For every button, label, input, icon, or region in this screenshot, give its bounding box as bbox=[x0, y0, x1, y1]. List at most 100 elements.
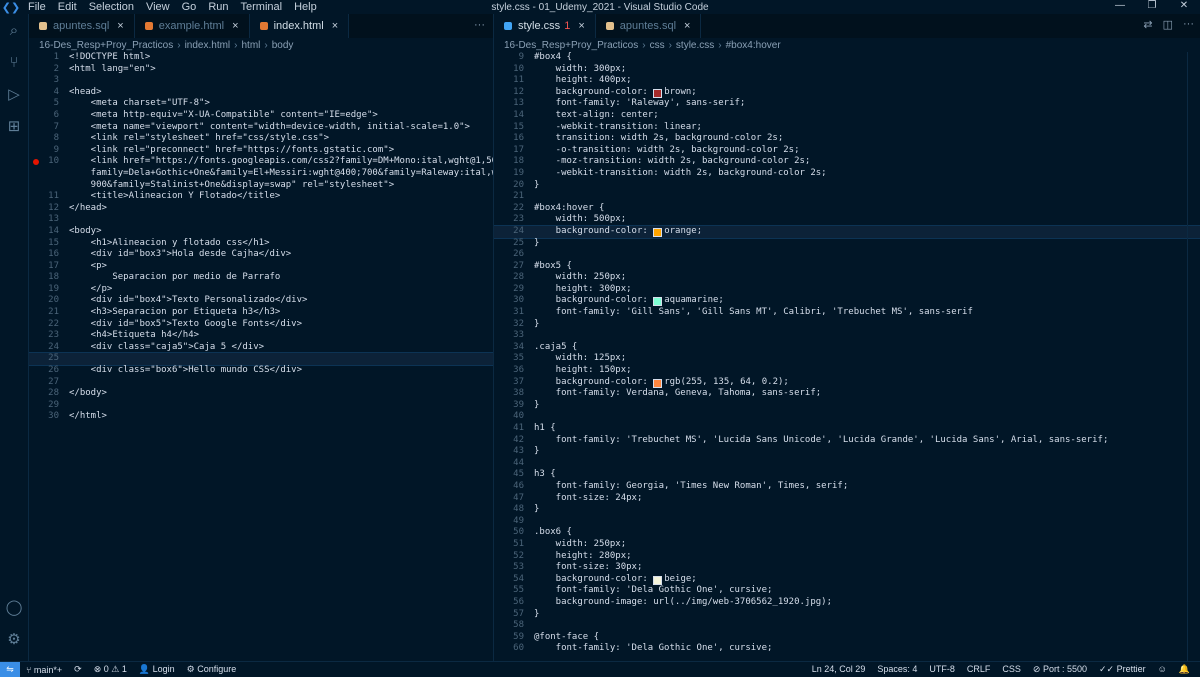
line-number[interactable]: 21 bbox=[494, 191, 534, 203]
code-line[interactable]: 56 background-image: url(../img/web-3706… bbox=[494, 597, 1200, 609]
code-line[interactable]: 15 -webkit-transition: linear; bbox=[494, 122, 1200, 134]
extensions-icon[interactable]: ⊞ bbox=[0, 110, 28, 142]
line-number[interactable]: 14 bbox=[494, 110, 534, 122]
code-line[interactable]: 26 bbox=[494, 249, 1200, 261]
account-icon[interactable]: ◯ bbox=[0, 591, 28, 623]
encoding[interactable]: UTF-8 bbox=[923, 664, 961, 675]
code-editor-right[interactable]: 9 #box4 {10 width: 300px; 11 height: 400px… bbox=[494, 52, 1200, 661]
code-line[interactable]: 12 </head> bbox=[29, 203, 493, 215]
code-line[interactable]: family=Dela+Gothic+One&family=El+Messiri… bbox=[29, 168, 493, 180]
line-number[interactable]: 5 bbox=[29, 98, 69, 110]
code-line[interactable]: 11 <title>Alineacion Y Flotado</title> bbox=[29, 191, 493, 203]
line-number[interactable]: 50 bbox=[494, 527, 534, 539]
code-line[interactable]: 24 <div class="caja5">Caja 5 </div> bbox=[29, 342, 493, 354]
line-number[interactable]: 4 bbox=[29, 87, 69, 99]
code-line[interactable]: 29 bbox=[29, 400, 493, 412]
end-of-line[interactable]: CRLF bbox=[961, 664, 997, 675]
tab-example-html[interactable]: example.html × bbox=[135, 14, 250, 38]
code-line[interactable]: 13 font-family: 'Raleway', sans-serif; bbox=[494, 98, 1200, 110]
breadcrumb-item[interactable]: style.css bbox=[676, 40, 714, 51]
line-number[interactable]: 55 bbox=[494, 585, 534, 597]
line-number[interactable]: 13 bbox=[29, 214, 69, 226]
line-number[interactable]: 54 bbox=[494, 574, 534, 586]
line-number[interactable]: 12 bbox=[29, 203, 69, 215]
breakpoint-icon[interactable] bbox=[33, 159, 39, 166]
line-number[interactable]: 26 bbox=[29, 365, 69, 377]
menu-edit[interactable]: Edit bbox=[52, 1, 83, 13]
code-line[interactable]: 43} bbox=[494, 446, 1200, 458]
gear-icon[interactable]: ⚙ bbox=[0, 623, 28, 655]
code-line[interactable]: 51 width: 250px; bbox=[494, 539, 1200, 551]
code-line[interactable]: 53 font-size: 30px; bbox=[494, 562, 1200, 574]
line-number[interactable]: 28 bbox=[494, 272, 534, 284]
line-number[interactable]: 38 bbox=[494, 388, 534, 400]
line-number[interactable]: 24 bbox=[29, 342, 69, 354]
line-number[interactable]: 29 bbox=[494, 284, 534, 296]
line-number[interactable]: 15 bbox=[494, 122, 534, 134]
line-number[interactable]: 45 bbox=[494, 469, 534, 481]
line-number[interactable]: 19 bbox=[494, 168, 534, 180]
tab-index-html[interactable]: index.html × bbox=[249, 14, 350, 38]
split-editor-icon[interactable]: ◫ bbox=[1163, 18, 1173, 31]
code-line[interactable]: 54 background-color: beige; bbox=[494, 574, 1200, 586]
code-line[interactable]: 22 <div id="box5">Texto Google Fonts</di… bbox=[29, 319, 493, 331]
line-number[interactable]: 17 bbox=[29, 261, 69, 273]
code-line[interactable]: 22 #box4:hover { bbox=[494, 203, 1200, 215]
line-number[interactable]: 19 bbox=[29, 284, 69, 296]
tab-style-css[interactable]: style.css 1 × bbox=[494, 14, 596, 38]
code-line[interactable]: 38 font-family: Verdana, Geneva, Tahoma,… bbox=[494, 388, 1200, 400]
code-line[interactable]: 12 background-color: brown; bbox=[494, 87, 1200, 99]
code-line[interactable]: 21 <h3>Separacion por Etiqueta h3</h3> bbox=[29, 307, 493, 319]
line-number[interactable]: 21 bbox=[29, 307, 69, 319]
line-number[interactable]: 30 bbox=[29, 411, 69, 423]
line-number[interactable]: 9 bbox=[494, 52, 534, 64]
line-number[interactable] bbox=[29, 168, 69, 180]
code-line[interactable]: 39} bbox=[494, 400, 1200, 412]
code-editor-left[interactable]: 1 <!DOCTYPE html> 2 <html lang="en"> 3 4 <head… bbox=[29, 52, 493, 661]
menu-file[interactable]: File bbox=[22, 1, 52, 13]
more-actions-icon[interactable]: ··· bbox=[474, 19, 485, 31]
code-line[interactable]: 29 height: 300px; bbox=[494, 284, 1200, 296]
code-line[interactable]: 31 font-family: 'Gill Sans', 'Gill Sans … bbox=[494, 307, 1200, 319]
line-number[interactable]: 20 bbox=[494, 180, 534, 192]
line-number[interactable]: 10 bbox=[494, 64, 534, 76]
line-number[interactable]: 11 bbox=[29, 191, 69, 203]
code-line[interactable]: 9 <link rel="preconnect" href="https://f… bbox=[29, 145, 493, 157]
more-actions-icon[interactable]: ··· bbox=[1183, 18, 1194, 31]
code-line[interactable]: 5 <meta charset="UTF-8"> bbox=[29, 98, 493, 110]
code-line[interactable]: 20 <div id="box4">Texto Personalizado</d… bbox=[29, 295, 493, 307]
code-line[interactable]: 25} bbox=[494, 238, 1200, 250]
code-line[interactable]: 49 bbox=[494, 516, 1200, 528]
run-debug-icon[interactable]: ▷ bbox=[0, 78, 28, 110]
line-number[interactable]: 39 bbox=[494, 400, 534, 412]
line-number[interactable]: 59 bbox=[494, 632, 534, 644]
line-number[interactable]: 43 bbox=[494, 446, 534, 458]
menu-selection[interactable]: Selection bbox=[83, 1, 140, 13]
code-line[interactable]: 44 bbox=[494, 458, 1200, 470]
line-number[interactable]: 24 bbox=[494, 226, 534, 238]
line-number[interactable]: 58 bbox=[494, 620, 534, 632]
line-number[interactable]: 26 bbox=[494, 249, 534, 261]
line-number[interactable]: 51 bbox=[494, 539, 534, 551]
code-line[interactable]: 16 <div id="box3">Hola desde Cajha</div> bbox=[29, 249, 493, 261]
line-number[interactable]: 46 bbox=[494, 481, 534, 493]
line-number[interactable]: 52 bbox=[494, 551, 534, 563]
code-line[interactable]: 25 bbox=[29, 352, 493, 366]
code-line[interactable]: 60 font-family: 'Dela Gothic One', cursi… bbox=[494, 643, 1200, 655]
line-number[interactable]: 34 bbox=[494, 342, 534, 354]
code-line[interactable]: 28 width: 250px; bbox=[494, 272, 1200, 284]
line-number[interactable]: 3 bbox=[29, 75, 69, 87]
close-tab-icon[interactable]: × bbox=[578, 20, 584, 32]
code-line[interactable]: 18 Separacion por medio de Parrafo bbox=[29, 272, 493, 284]
code-line[interactable]: 27 bbox=[29, 377, 493, 389]
color-swatch-icon[interactable] bbox=[653, 227, 663, 237]
code-line[interactable]: 14 <body> bbox=[29, 226, 493, 238]
line-number[interactable]: 53 bbox=[494, 562, 534, 574]
breadcrumb-item[interactable]: body bbox=[272, 40, 294, 51]
line-number[interactable]: 17 bbox=[494, 145, 534, 157]
breadcrumb-item[interactable]: css bbox=[650, 40, 665, 51]
line-number[interactable]: 37 bbox=[494, 377, 534, 389]
code-line[interactable]: 59 @font-face { bbox=[494, 632, 1200, 644]
code-line[interactable]: 26 <div class="box6">Hello mundo CSS</di… bbox=[29, 365, 493, 377]
line-number[interactable]: 36 bbox=[494, 365, 534, 377]
